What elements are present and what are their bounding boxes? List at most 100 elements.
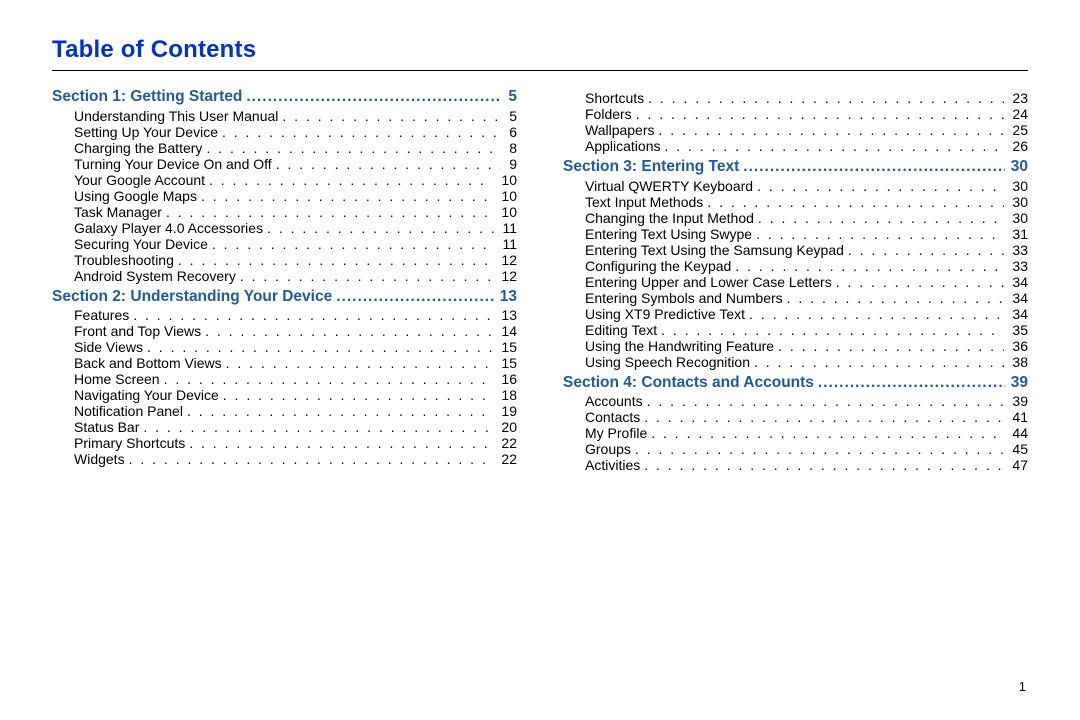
dot-leader bbox=[754, 355, 1004, 369]
toc-entry[interactable]: Virtual QWERTY Keyboard30 bbox=[585, 179, 1028, 193]
dot-leader bbox=[187, 404, 493, 418]
dot-leader bbox=[707, 195, 1004, 209]
toc-entry[interactable]: Task Manager10 bbox=[74, 205, 517, 219]
toc-entry[interactable]: Groups45 bbox=[585, 442, 1028, 456]
toc-entry-label: Applications bbox=[585, 139, 661, 153]
toc-entry[interactable]: Accounts39 bbox=[585, 394, 1028, 408]
toc-entry[interactable]: Understanding This User Manual5 bbox=[74, 109, 517, 123]
toc-entry[interactable]: Charging the Battery8 bbox=[74, 141, 517, 155]
dot-leader bbox=[644, 458, 1004, 472]
toc-entry-label: Galaxy Player 4.0 Accessories bbox=[74, 221, 263, 235]
toc-entry-label: Features bbox=[74, 308, 129, 322]
toc-entry-label: Entering Upper and Lower Case Letters bbox=[585, 275, 832, 289]
dot-leader bbox=[787, 291, 1005, 305]
toc-entry[interactable]: Troubleshooting12 bbox=[74, 253, 517, 267]
toc-entry[interactable]: Using Speech Recognition38 bbox=[585, 355, 1028, 369]
toc-entry[interactable]: Primary Shortcuts22 bbox=[74, 436, 517, 450]
toc-entry[interactable]: Turning Your Device On and Off9 bbox=[74, 157, 517, 171]
dot-leader bbox=[129, 452, 494, 466]
toc-entry[interactable]: Notification Panel19 bbox=[74, 404, 517, 418]
dot-leader bbox=[848, 243, 1005, 257]
toc-entry[interactable]: Text Input Methods30 bbox=[585, 195, 1028, 209]
toc-section[interactable]: Section 3: Entering Text30 bbox=[563, 159, 1028, 175]
dot-leader bbox=[282, 109, 501, 123]
toc-entry-page: 30 bbox=[1006, 211, 1028, 225]
toc-entry[interactable]: Configuring the Keypad 33 bbox=[585, 259, 1028, 273]
toc-entry[interactable]: Applications 26 bbox=[585, 139, 1028, 153]
toc-entry-label: Entering Text Using the Samsung Keypad bbox=[585, 243, 844, 257]
toc-entry-page: 10 bbox=[495, 189, 517, 203]
toc-entry-label: Using XT9 Predictive Text bbox=[585, 307, 745, 321]
toc-section-label: Section 4: Contacts and Accounts bbox=[563, 375, 814, 391]
toc-entry[interactable]: Widgets22 bbox=[74, 452, 517, 466]
toc-entry-page: 44 bbox=[1006, 426, 1028, 440]
dot-leader bbox=[818, 375, 1005, 391]
toc-entry-page: 14 bbox=[495, 324, 517, 338]
toc-entry[interactable]: Your Google Account10 bbox=[74, 173, 517, 187]
toc-entry-label: Changing the Input Method bbox=[585, 211, 754, 225]
toc-entry-label: Your Google Account bbox=[74, 173, 205, 187]
toc-entry-page: 35 bbox=[1006, 323, 1028, 337]
toc-entry-page: 34 bbox=[1006, 307, 1028, 321]
toc-entry[interactable]: Entering Text Using the Samsung Keypad33 bbox=[585, 243, 1028, 257]
toc-entry-label: Configuring the Keypad bbox=[585, 259, 731, 273]
toc-entry[interactable]: Shortcuts23 bbox=[585, 91, 1028, 105]
toc-entry-label: Charging the Battery bbox=[74, 141, 202, 155]
toc-entry-label: Setting Up Your Device bbox=[74, 125, 218, 139]
dot-leader bbox=[206, 141, 501, 155]
toc-entry-label: Status Bar bbox=[74, 420, 139, 434]
toc-entry[interactable]: Using the Handwriting Feature36 bbox=[585, 339, 1028, 353]
toc-entry[interactable]: Editing Text 35 bbox=[585, 323, 1028, 337]
toc-entry-label: Wallpapers bbox=[585, 123, 655, 137]
dot-leader bbox=[276, 157, 502, 171]
toc-entry[interactable]: Changing the Input Method 30 bbox=[585, 211, 1028, 225]
toc-entry-page: 45 bbox=[1006, 442, 1028, 456]
dot-leader bbox=[147, 340, 493, 354]
toc-entry-page: 11 bbox=[496, 221, 517, 235]
dot-leader bbox=[636, 107, 1005, 121]
toc-entry[interactable]: Activities47 bbox=[585, 458, 1028, 472]
toc-entry-label: Securing Your Device bbox=[74, 237, 208, 251]
toc-entry[interactable]: Using XT9 Predictive Text 34 bbox=[585, 307, 1028, 321]
dot-leader bbox=[743, 159, 1004, 175]
toc-entry[interactable]: Side Views15 bbox=[74, 340, 517, 354]
toc-entry[interactable]: Back and Bottom Views15 bbox=[74, 356, 517, 370]
toc-entry[interactable]: Folders24 bbox=[585, 107, 1028, 121]
toc-entry[interactable]: Android System Recovery12 bbox=[74, 269, 517, 283]
toc-entry-label: Front and Top Views bbox=[74, 324, 201, 338]
toc-entry[interactable]: Front and Top Views 14 bbox=[74, 324, 517, 338]
toc-entry-label: Editing Text bbox=[585, 323, 657, 337]
dot-leader bbox=[143, 420, 493, 434]
dot-leader bbox=[178, 253, 494, 267]
toc-section[interactable]: Section 2: Understanding Your Device13 bbox=[52, 289, 517, 305]
toc-entry[interactable]: My Profile44 bbox=[585, 426, 1028, 440]
toc-section[interactable]: Section 1: Getting Started5 bbox=[52, 89, 517, 105]
toc-entry-label: Understanding This User Manual bbox=[74, 109, 278, 123]
toc-entry[interactable]: Entering Text Using Swype31 bbox=[585, 227, 1028, 241]
toc-entry[interactable]: Setting Up Your Device6 bbox=[74, 125, 517, 139]
page-title: Table of Contents bbox=[52, 36, 1028, 64]
dot-leader bbox=[133, 308, 493, 322]
dot-leader bbox=[659, 123, 1005, 137]
toc-entry[interactable]: Contacts41 bbox=[585, 410, 1028, 424]
toc-entry-label: Entering Text Using Swype bbox=[585, 227, 752, 241]
toc-entry[interactable]: Wallpapers25 bbox=[585, 123, 1028, 137]
toc-entry-page: 33 bbox=[1006, 259, 1028, 273]
toc-column-left: Section 1: Getting Started5 Understanding… bbox=[52, 89, 517, 474]
toc-entry-page: 16 bbox=[495, 372, 517, 386]
toc-entry[interactable]: Entering Symbols and Numbers34 bbox=[585, 291, 1028, 305]
toc-entry[interactable]: Entering Upper and Lower Case Letters34 bbox=[585, 275, 1028, 289]
toc-entry-page: 26 bbox=[1006, 139, 1028, 153]
toc-entry-label: Entering Symbols and Numbers bbox=[585, 291, 783, 305]
toc-entry-page: 15 bbox=[495, 340, 517, 354]
toc-entry[interactable]: Status Bar 20 bbox=[74, 420, 517, 434]
toc-entry[interactable]: Navigating Your Device18 bbox=[74, 388, 517, 402]
toc-entry[interactable]: Securing Your Device11 bbox=[74, 237, 517, 251]
toc-section[interactable]: Section 4: Contacts and Accounts39 bbox=[563, 375, 1028, 391]
toc-entry[interactable]: Galaxy Player 4.0 Accessories 11 bbox=[74, 221, 517, 235]
toc-entry[interactable]: Using Google Maps10 bbox=[74, 189, 517, 203]
toc-entry-page: 20 bbox=[495, 420, 517, 434]
toc-entry[interactable]: Home Screen16 bbox=[74, 372, 517, 386]
dot-leader bbox=[164, 372, 494, 386]
toc-entry[interactable]: Features13 bbox=[74, 308, 517, 322]
